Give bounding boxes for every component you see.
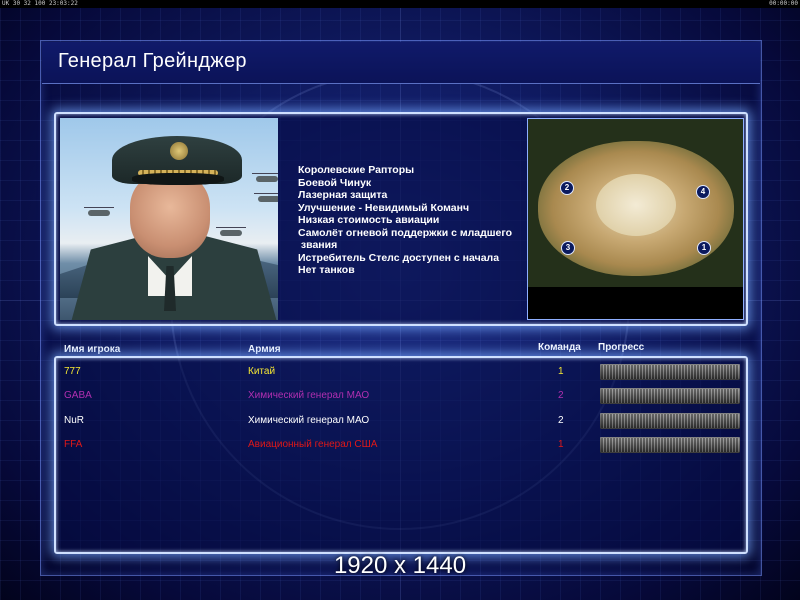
header-progress: Прогресс [598,342,645,353]
header-player-name: Имя игрока [64,344,121,355]
start-position-marker: 3 [561,241,575,255]
map-center-plateau [596,174,676,236]
loading-screen: UK 30 32 100 23:03:22 00:00:00 Генерал Г… [0,0,800,600]
player-progress-bar [600,413,740,429]
player-army: Химический генерал МАО [248,390,370,401]
players-table-panel [54,356,748,554]
header-army: Армия [248,344,281,355]
trait-item: Королевские Рапторы [298,164,415,176]
trait-item: Лазерная защита [298,189,388,201]
player-progress-bar [600,364,740,380]
trait-item: Самолёт огневой поддержки с младшего [298,226,513,239]
player-progress-bar [600,388,740,404]
trait-item: звания [298,239,338,251]
helicopter-icon [254,193,278,202]
map-terrain: 2 4 3 1 [528,119,743,287]
status-clock: 00:00:00 [769,0,798,7]
start-position-marker: 2 [560,181,574,195]
trait-item: Низкая стоимость авиации [298,214,440,226]
player-progress-bar [600,437,740,453]
map-preview: 2 4 3 1 [527,118,744,320]
trait-item: Истребитель Стелс доступен с начала [298,251,500,264]
general-traits-list: Королевские Рапторы Боевой Чинук Лазерна… [298,164,512,277]
general-name-title: Генерал Грейнджер [58,50,247,72]
player-army: Авиационный генерал США [248,439,378,450]
player-name: GABA [64,390,92,401]
helicopter-icon [252,173,278,182]
player-team: 2 [558,415,564,426]
trait-item: Улучшение - Невидимый Команч [298,201,470,214]
start-position-marker: 1 [697,241,711,255]
trait-item: Боевой Чинук [298,176,372,189]
status-left-text: UK 30 32 100 23:03:22 [2,0,78,7]
start-position-marker: 4 [696,185,710,199]
general-portrait [60,118,278,320]
resolution-watermark: 1920 x 1440 [333,552,467,579]
player-army: Китай [248,366,276,377]
player-team: 1 [558,366,564,377]
eagle-badge-icon [170,142,188,160]
portrait-cap-visor [132,173,224,185]
helicopter-icon [216,227,246,236]
status-bar: UK 30 32 100 23:03:22 00:00:00 [0,0,800,8]
player-name: FFA [64,439,83,450]
player-team: 2 [558,390,564,401]
player-name: 777 [64,366,81,377]
player-army: Химический генерал МАО [248,415,370,426]
player-name: NuR [64,415,85,426]
portrait-face [130,173,210,258]
map-bottom-band [528,287,743,319]
trait-item: Нет танков [298,264,355,276]
player-team: 1 [558,439,564,450]
helicopter-icon [84,207,114,216]
header-team: Команда [538,342,581,353]
